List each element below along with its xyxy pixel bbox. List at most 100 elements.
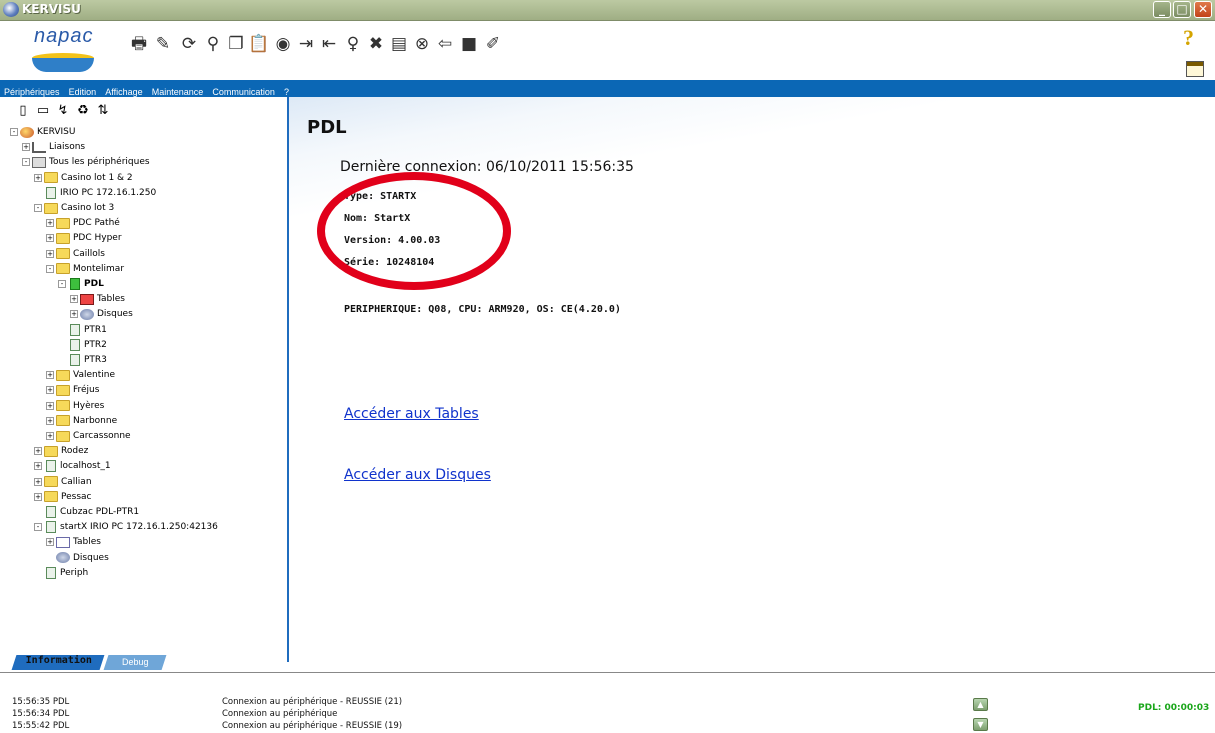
tree-node[interactable]: - PDL [58, 277, 104, 291]
expand-icon[interactable]: + [34, 173, 42, 182]
tree-node[interactable]: Periph [34, 566, 88, 580]
minimize-button[interactable]: _ [1153, 1, 1171, 18]
tree-node[interactable]: PTR2 [58, 338, 107, 352]
stop-icon[interactable]: ✖ [365, 33, 387, 55]
tree-node[interactable]: - Casino lot 3 [34, 201, 114, 215]
tree-node[interactable]: + Casino lot 1 & 2 [34, 171, 133, 185]
expand-icon[interactable]: + [46, 371, 54, 380]
menu-peripheriques[interactable]: Périphériques [0, 83, 62, 97]
tree-node[interactable]: Disques [46, 551, 109, 565]
expand-icon[interactable]: + [46, 386, 54, 395]
collapse-icon[interactable]: - [34, 523, 42, 532]
notes-icon[interactable]: ▤ [388, 33, 410, 55]
tree-node[interactable]: - Tous les périphériques [22, 155, 150, 169]
tree-node[interactable]: + Liaisons [22, 140, 85, 154]
copy-icon[interactable]: ❐ [225, 33, 247, 55]
bulb-icon[interactable]: ♀ [342, 33, 364, 55]
printer-icon[interactable]: 🖶 [128, 33, 150, 55]
tree-node[interactable]: + Pessac [34, 490, 92, 504]
expand-icon[interactable]: + [46, 401, 54, 410]
tree-node[interactable]: + PDC Hyper [46, 231, 122, 245]
expand-icon[interactable]: + [70, 295, 78, 304]
link-icon[interactable]: ↯ [55, 103, 71, 119]
scroll-down-button[interactable]: ▼ [973, 718, 988, 731]
log-line: 15:56:34 PDL Connexion au périphérique [12, 709, 338, 719]
menu-edition[interactable]: Edition [67, 83, 99, 97]
back-arrow-icon[interactable]: ⇦ [434, 33, 456, 55]
expand-icon[interactable]: + [34, 477, 42, 486]
expand-icon[interactable]: + [70, 310, 78, 319]
expand-icon[interactable]: + [46, 538, 54, 547]
tree-node[interactable]: + Fréjus [46, 383, 99, 397]
scroll-up-button[interactable]: ▲ [973, 698, 988, 711]
collapse-icon[interactable]: - [46, 264, 54, 273]
new-device-icon[interactable]: ▯ [15, 103, 31, 119]
collapse-icon[interactable]: - [34, 204, 42, 212]
help-icon[interactable]: ? [1183, 25, 1194, 51]
tree-node[interactable]: + localhost_1 [34, 459, 111, 473]
close-button[interactable]: ✕ [1194, 1, 1212, 18]
globe-icon[interactable]: ◉ [272, 33, 294, 55]
tree-node[interactable]: + Rodez [34, 444, 88, 458]
tab-debug[interactable]: Debug [103, 655, 167, 670]
import-icon[interactable]: ⇤ [318, 33, 340, 55]
tree-node[interactable]: - Montelimar [46, 262, 124, 276]
refresh-icon[interactable]: ⟳ [178, 33, 200, 55]
tree-node[interactable]: Cubzac PDL-PTR1 [34, 505, 139, 519]
tree-node[interactable]: PTR3 [58, 353, 107, 367]
expand-icon[interactable]: + [34, 492, 42, 501]
expand-icon[interactable]: + [46, 234, 54, 243]
tree-node[interactable]: + Narbonne [46, 414, 117, 428]
menu-communication[interactable]: Communication [210, 83, 277, 97]
window-title: KERVISU [22, 2, 81, 16]
new-folder-icon[interactable]: ▭ [35, 103, 51, 119]
link-tables[interactable]: Accéder aux Tables [344, 406, 479, 422]
page-title: PDL [307, 117, 347, 138]
paste-icon[interactable]: 📋 [248, 33, 270, 55]
tree-node-label: Hyères [73, 400, 105, 411]
tree-node[interactable]: + Caillols [46, 247, 105, 261]
collapse-icon[interactable]: - [22, 158, 30, 167]
tools-icon[interactable]: ✐ [482, 33, 504, 55]
tree-node[interactable]: + Tables [46, 535, 101, 549]
link-disques[interactable]: Accéder aux Disques [344, 467, 491, 483]
maximize-button[interactable]: □ [1173, 1, 1191, 18]
expand-icon[interactable]: + [46, 219, 54, 228]
tree-node[interactable]: + Valentine [46, 368, 115, 382]
sort-icon[interactable]: ⇅ [95, 103, 111, 119]
tree-node[interactable]: - KERVISU [10, 125, 75, 139]
tree-node[interactable]: + Callian [34, 475, 92, 489]
tree-node-label: localhost_1 [60, 461, 111, 472]
expand-icon[interactable]: + [34, 462, 42, 471]
tree-node[interactable]: + Carcassonne [46, 429, 131, 443]
expand-icon[interactable]: + [46, 416, 54, 425]
tree-node[interactable]: + Hyères [46, 399, 104, 413]
export-icon[interactable]: ⇥ [295, 33, 317, 55]
expand-icon[interactable]: + [22, 143, 30, 152]
window-icon[interactable] [1186, 61, 1204, 77]
terminal-icon[interactable]: ■ [458, 33, 480, 55]
tree-node-label: Casino lot 3 [61, 203, 115, 213]
delete-icon[interactable]: ♻ [75, 103, 91, 119]
expand-icon[interactable]: + [46, 432, 54, 440]
menu-maintenance[interactable]: Maintenance [150, 83, 206, 97]
menu-affichage[interactable]: Affichage [103, 83, 144, 97]
close-circle-icon[interactable]: ⊗ [411, 33, 433, 55]
expand-icon[interactable]: + [46, 249, 54, 258]
tab-information[interactable]: Information [11, 655, 105, 670]
collapse-icon[interactable]: - [10, 128, 18, 136]
tree-node[interactable]: - startX IRIO PC 172.16.1.250:42136 [34, 520, 218, 534]
binoculars-icon[interactable]: ⚲ [202, 33, 224, 55]
world-icon [20, 126, 34, 138]
tree-node[interactable]: PTR1 [58, 323, 107, 337]
tree-node-label: Fréjus [73, 385, 100, 396]
edit-icon[interactable]: ✎ [152, 33, 174, 55]
menu-help[interactable]: ? [282, 83, 291, 97]
expand-icon[interactable]: + [34, 447, 42, 456]
tree-node[interactable]: + Disques [70, 307, 133, 321]
tree-node[interactable]: IRIO PC 172.16.1.250 [34, 186, 156, 200]
tree-node[interactable]: + PDC Pathé [46, 216, 120, 230]
tree-node[interactable]: + Tables [70, 292, 125, 306]
tree-node-label: PDC Hyper [73, 233, 122, 244]
collapse-icon[interactable]: - [58, 280, 66, 288]
